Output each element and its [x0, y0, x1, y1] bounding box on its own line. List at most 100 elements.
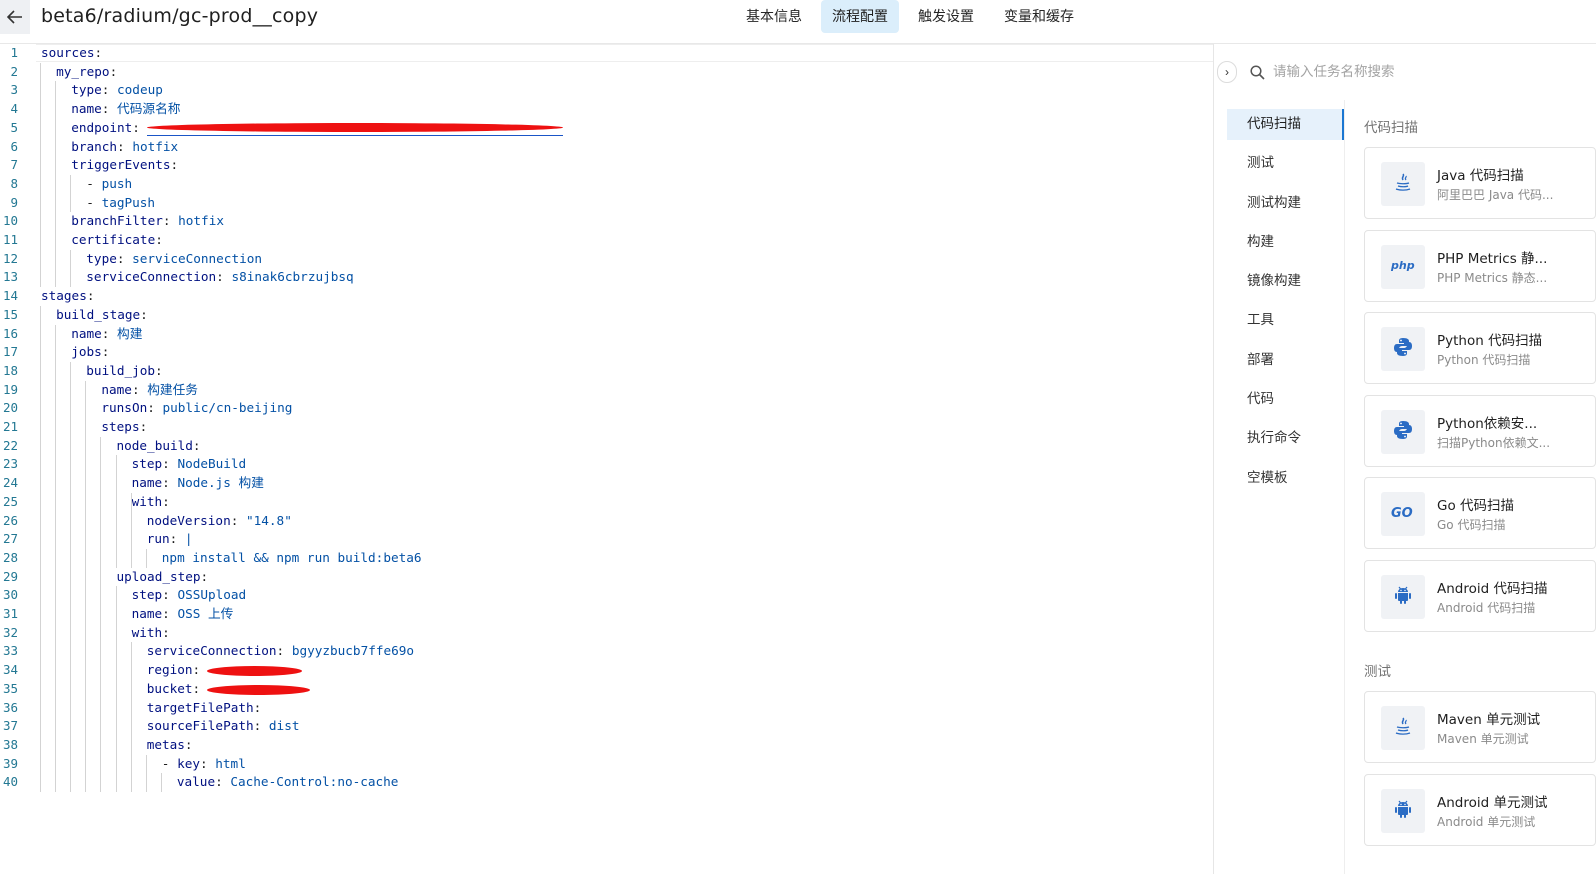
code-line[interactable]: 31 name: OSS 上传	[0, 605, 1210, 624]
code-text: npm install && npm run build:beta6	[162, 549, 422, 568]
code-line[interactable]: 2 my_repo:	[0, 63, 1210, 82]
code-line[interactable]: 17 jobs:	[0, 343, 1210, 362]
category-item[interactable]: 镜像构建	[1227, 266, 1344, 297]
yaml-key: upload_step	[116, 568, 201, 584]
task-card[interactable]: Android 代码扫描 Android 代码扫描	[1364, 560, 1596, 632]
line-number: 33	[2, 643, 18, 659]
code-line[interactable]: 12 type: serviceConnection	[0, 250, 1210, 269]
task-card[interactable]: Python依赖安... 扫描Python依赖文...	[1364, 395, 1596, 467]
line-number: 21	[2, 419, 18, 434]
code-line[interactable]: 25 with:	[0, 493, 1210, 512]
back-button[interactable]	[0, 0, 30, 34]
line-number: 20	[2, 400, 18, 416]
code-line[interactable]: 33 serviceConnection: bgyyzbucb7ffe69o	[0, 642, 1210, 661]
code-line[interactable]: 35 bucket:	[0, 680, 1210, 699]
task-card[interactable]: GO Go 代码扫描 Go 代码扫描	[1364, 477, 1596, 549]
code-line[interactable]: 39 - key: html	[0, 755, 1210, 774]
code-text: name: 构建任务	[101, 381, 198, 400]
code-line[interactable]: 22 node_build:	[0, 437, 1210, 456]
code-line[interactable]: 11 certificate:	[0, 231, 1210, 250]
code-line[interactable]: 38 metas:	[0, 736, 1210, 755]
task-card[interactable]: php PHP Metrics 静... PHP Metrics 静态...	[1364, 230, 1596, 302]
yaml-key: runsOn	[101, 400, 148, 416]
code-line[interactable]: 3 type: codeup	[0, 81, 1210, 100]
line-number: 24	[2, 475, 18, 491]
category-item[interactable]: 测试构建	[1227, 188, 1344, 219]
category-item[interactable]: 部署	[1227, 345, 1344, 376]
code-line[interactable]: 26 nodeVersion: "14.8"	[0, 512, 1210, 531]
yaml-separator: :	[162, 213, 179, 229]
code-text: serviceConnection: s8inak6cbrzujbsq	[86, 268, 353, 287]
code-line[interactable]: 7 triggerEvents:	[0, 156, 1210, 175]
tab-1[interactable]: 流程配置	[821, 0, 899, 33]
code-line[interactable]: 28 npm install && npm run build:beta6	[0, 549, 1210, 568]
code-line[interactable]: 37 sourceFilePath: dist	[0, 717, 1210, 736]
line-number: 4	[10, 101, 18, 117]
yaml-key: bucket	[146, 680, 193, 696]
code-line[interactable]: 29 upload_step:	[0, 568, 1210, 587]
yaml-key: sources	[41, 45, 95, 60]
task-name: Android 代码扫描	[1437, 581, 1548, 597]
code-text: type: serviceConnection	[86, 250, 262, 269]
code-line[interactable]: 9 - tagPush	[0, 194, 1210, 213]
task-card[interactable]: Android 单元测试 Android 单元测试	[1364, 774, 1596, 846]
line-number: 7	[10, 157, 18, 173]
task-search-input[interactable]	[1273, 64, 1573, 80]
code-line[interactable]: 10 branchFilter: hotfix	[0, 212, 1210, 231]
category-item[interactable]: 执行命令	[1227, 423, 1344, 454]
yaml-separator: :	[117, 138, 133, 154]
code-line[interactable]: 19 name: 构建任务	[0, 381, 1210, 400]
yaml-key: nodeVersion	[146, 512, 231, 528]
code-line[interactable]: 4 name: 代码源名称	[0, 100, 1210, 119]
tab-bar: 基本信息 流程配置 触发设置 变量和缓存	[735, 0, 1085, 33]
collapse-panel-button[interactable]: ›	[1217, 61, 1237, 83]
yaml-separator: -	[86, 175, 102, 191]
yaml-separator: :	[86, 288, 95, 304]
code-line[interactable]: 32 with:	[0, 624, 1210, 643]
editor-scrollbar[interactable]	[1213, 44, 1225, 874]
task-description: Go 代码扫描	[1437, 518, 1506, 532]
task-icon-box: php	[1381, 245, 1425, 289]
code-line[interactable]: 27 run: |	[0, 530, 1210, 549]
tab-0[interactable]: 基本信息	[735, 0, 813, 33]
code-line[interactable]: 14 stages:	[0, 287, 1210, 306]
tab-2[interactable]: 触发设置	[907, 0, 985, 33]
yaml-separator: :	[276, 643, 292, 659]
code-line[interactable]: 13 serviceConnection: s8inak6cbrzujbsq	[0, 268, 1210, 287]
task-card[interactable]: Maven 单元测试 Maven 单元测试	[1364, 691, 1596, 763]
category-item[interactable]: 代码扫描	[1227, 109, 1344, 140]
category-item[interactable]: 代码	[1227, 384, 1344, 415]
code-line[interactable]: 1 sources:	[0, 44, 1210, 63]
yaml-separator: :	[200, 755, 216, 771]
code-text: jobs:	[71, 343, 109, 362]
yaml-value: hotfix	[132, 138, 179, 154]
tab-3[interactable]: 变量和缓存	[993, 0, 1085, 33]
code-line[interactable]: 36 targetFilePath:	[0, 699, 1210, 718]
code-line[interactable]: 18 build_job:	[0, 362, 1210, 381]
category-item[interactable]: 构建	[1227, 227, 1344, 258]
yaml-key: name	[131, 606, 163, 621]
code-line[interactable]: 15 build_stage:	[0, 306, 1210, 325]
code-line[interactable]: 23 step: NodeBuild	[0, 455, 1210, 474]
code-line[interactable]: 6 branch: hotfix	[0, 138, 1210, 157]
yaml-separator: :	[109, 63, 118, 79]
yaml-editor[interactable]: 1 sources: 2 my_repo: 3 type: codeup 4 name: 代码…	[0, 44, 1213, 874]
category-item[interactable]: 工具	[1227, 305, 1344, 336]
code-line[interactable]: 16 name: 构建	[0, 325, 1210, 344]
code-line[interactable]: 20 runsOn: public/cn-beijing	[0, 399, 1210, 418]
code-line[interactable]: 34 region:	[0, 661, 1210, 680]
yaml-separator: :	[162, 475, 178, 491]
link-underline	[147, 134, 563, 136]
code-line[interactable]: 30 step: OSSUpload	[0, 586, 1210, 605]
yaml-separator: :	[101, 325, 118, 341]
category-item[interactable]: 测试	[1227, 148, 1344, 179]
code-line[interactable]: 24 name: Node.js 构建	[0, 474, 1210, 493]
code-line[interactable]: 40 value: Cache-Control:no-cache	[0, 773, 1210, 792]
line-number: 40	[2, 774, 18, 790]
category-item[interactable]: 空模板	[1227, 463, 1344, 494]
code-line[interactable]: 21 steps:	[0, 418, 1210, 437]
code-line[interactable]: 8 - push	[0, 175, 1210, 194]
yaml-key: value	[176, 774, 216, 790]
task-card[interactable]: Python 代码扫描 Python 代码扫描	[1364, 312, 1596, 384]
task-card[interactable]: Java 代码扫描 阿里巴巴 Java 代码...	[1364, 147, 1596, 219]
